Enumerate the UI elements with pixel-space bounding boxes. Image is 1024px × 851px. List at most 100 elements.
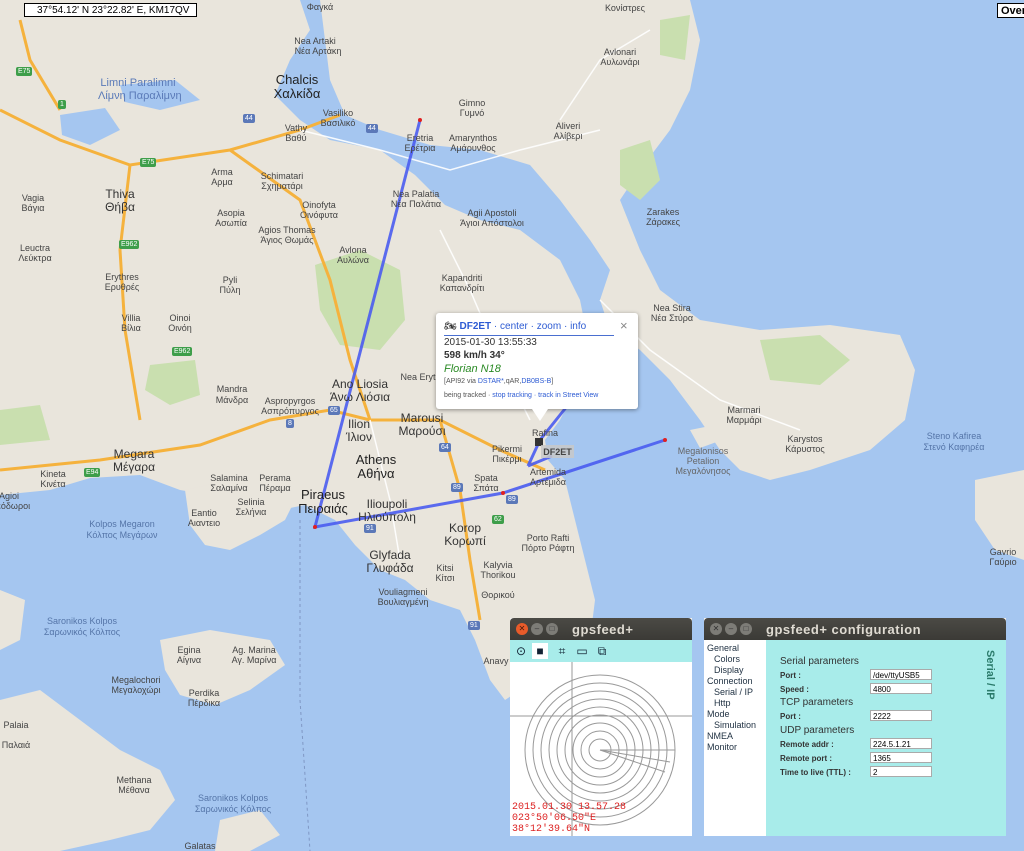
map-place-label: Άγιος Θωμάς [260,235,314,245]
config-nav-item[interactable]: Http [714,698,731,708]
map-place-label: Vagia [21,193,45,203]
crop-icon[interactable]: ⌗ [554,643,570,659]
road-shield: E75 [140,158,157,167]
map-place-label: Saronikos Kolpos [46,616,118,626]
map-place-label: Methana [116,775,152,785]
tracking-links[interactable]: stop tracking · track in Street View [492,392,598,399]
map-place-label: Άνω Λιόσια [329,390,391,404]
map-place-label: Λίμνη Παραλίμνη [98,90,182,102]
map-place-label: Leuctra [19,243,51,253]
map-place-label: Perdika [188,688,220,698]
gpsfeed-titlebar[interactable]: ✕ – □ gpsfeed+ [510,618,692,640]
map-place-label: Μέγαρα [112,460,156,474]
map-place-label: Φαγκά [306,2,334,12]
map-place-label: Λεύκτρα [18,253,52,263]
popup-path: [API92 via DSTAR*,qAR,DB0BS-B] [444,378,553,385]
map-place-label: Eantio [191,508,217,518]
popup-actions-links[interactable]: · center · zoom · info [491,321,586,332]
map-place-label: Petalion [686,456,720,466]
window-icon[interactable]: ▭ [574,643,590,659]
minimize-icon[interactable]: – [725,623,737,635]
map-place-label: Πύλη [219,285,241,295]
map-place-label: Schimatari [260,171,304,181]
map-place-label: Amarynthos [448,133,498,143]
map-place-label: Steno Kafirea [926,431,982,441]
gps-latitude-readout: 38°12'39.64"N [512,824,591,835]
config-nav-item[interactable]: Simulation [714,720,756,730]
config-window: ✕ – □ gpsfeed+ configuration General Colo… [704,618,1006,836]
map-place-label: Γυμνό [459,108,485,118]
map-place-label: Saronikos Kolpos [197,793,269,803]
map-place-label: Agioi [0,491,19,501]
close-icon[interactable]: ✕ [516,623,528,635]
config-nav-item[interactable]: Colors [714,654,740,664]
map-place-label: Zarakes [646,207,680,217]
map-place-label: Nea Artaki [294,36,336,46]
maximize-icon[interactable]: □ [546,623,558,635]
close-icon[interactable]: ✕ [710,623,722,635]
map-place-label: Ίλιον [346,430,372,444]
gpsfeed-window: ✕ – □ gpsfeed+ ⊙ ■ ⌗ ▭ ⧉ 2015.01.30 13.5… [510,618,692,836]
serial-ip-tab[interactable]: Serial / IP [984,650,996,700]
stop-icon[interactable]: ■ [532,643,548,659]
map-place-label: Χαλκίδα [273,86,321,101]
map-place-label: Αυλώνα [336,255,370,265]
popup-tracking: being tracked · stop tracking · track in… [444,392,598,399]
close-icon[interactable]: × [620,319,628,332]
popup-timestamp: 2015-01-30 13:55:33 [444,337,537,348]
map-place-label: Galatas [184,841,216,851]
path-link[interactable]: DB0BS-B [521,378,551,385]
road-shield: E962 [119,240,140,249]
map-place-label: Kapandriti [441,273,483,283]
config-titlebar[interactable]: ✕ – □ gpsfeed+ configuration [704,618,1006,640]
map-place-label: Θεόδωροι [0,501,31,511]
map-place-label: Άγιοι Απόστολοι [460,218,524,228]
config-nav-item[interactable]: Mode [707,709,730,719]
target-icon[interactable]: ⊙ [513,643,529,659]
ttl-field[interactable]: 2 [870,766,932,777]
tracked-status: being tracked · [444,392,493,399]
config-nav-item[interactable]: Display [714,665,744,675]
config-nav-item[interactable]: Connection [707,676,753,686]
remote-addr-field[interactable]: 224.5.1.21 [870,738,932,749]
window-title: gpsfeed+ configuration [766,622,922,637]
road-shield: E75 [16,67,33,76]
config-nav-item[interactable]: General [707,643,739,653]
config-nav-item[interactable]: Monitor [707,742,737,752]
speed-field[interactable]: 4800 [870,683,932,694]
map-place-label: Vouliagmeni [378,587,428,597]
map-place-label: Pikermi [491,444,522,454]
map-place-label: Kolpos Megaron [89,519,155,529]
gpsfeed-toolbar: ⊙ ■ ⌗ ▭ ⧉ [510,640,692,662]
map-place-label: Οινόη [168,323,192,333]
remote-port-field[interactable]: 1365 [870,752,932,763]
park-area [660,15,690,60]
map-place-label: Κονίστρες [605,3,645,13]
ttl-label: Time to live (TTL) : [780,768,851,777]
port-label: Port : [780,671,801,680]
path-link[interactable]: DSTAR* [478,378,504,385]
map-place-label: Porto Rafti [526,533,570,543]
map-place-label: Αυλωνάρι [600,57,640,67]
overlay-button[interactable]: Overlay [997,3,1024,18]
map-place-label: Limni Paralimni [100,77,176,89]
minimize-icon[interactable]: – [531,623,543,635]
motorbike-icon: 🏍 [444,321,457,332]
map-place-label: Gimno [458,98,486,108]
config-nav-item[interactable]: NMEA [707,731,733,741]
popup-name: Florian N18 [444,363,501,375]
speed-label: Speed : [780,685,809,694]
callsign-link[interactable]: DF2ET [459,321,491,332]
road-shield: 91 [364,524,376,533]
map-place-label: Καπανδρίτι [439,283,485,293]
map-place-label: Ζάρακες [646,217,680,227]
maximize-icon[interactable]: □ [740,623,752,635]
config-nav-item[interactable]: Serial / IP [714,687,753,697]
map-place-label: Ηλιούπολη [358,510,416,524]
tcp-port-field[interactable]: 2222 [870,710,932,721]
map-place-label: Βαθύ [285,133,307,143]
map-place-label: Πόρτο Ράφτη [521,543,575,553]
port-field[interactable]: /dev/ttyUSB5 [870,669,932,680]
export-icon[interactable]: ⧉ [594,643,610,659]
road-shield: 44 [243,114,255,123]
